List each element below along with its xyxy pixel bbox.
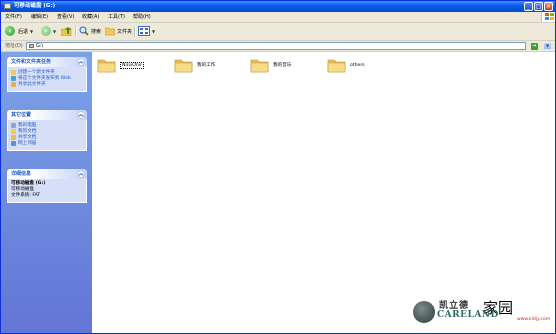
back-dropdown-icon[interactable]: ▼ (30, 29, 33, 34)
careland-logo-icon (413, 301, 435, 323)
watermark-en-brand: CARELAND (437, 310, 499, 320)
folder-item[interactable]: 我的工作 (174, 56, 215, 74)
file-tasks-body: 创建一个新文件夹 将这个文件夹发布到 Web 共享此文件夹 (7, 67, 87, 92)
up-folder-icon (61, 27, 72, 36)
watermark-url: www.kldjy.com (517, 317, 551, 322)
task-label: 共享此文件夹 (18, 82, 46, 87)
go-arrow-icon: ➔ (531, 42, 538, 50)
search-button[interactable]: 搜索 (79, 25, 101, 37)
folders-button[interactable]: 文件夹 (105, 25, 132, 37)
task-pane: 文件和文件夹任务 ︽ 创建一个新文件夹 将这个文件夹发布到 Web 共享此文件夹 (1, 52, 92, 333)
go-button[interactable]: ➔ (531, 42, 538, 50)
details-title: 详细信息 (11, 171, 32, 177)
place-label: 网上邻居 (18, 141, 37, 146)
windows-logo-icon (541, 12, 555, 22)
menu-help[interactable]: 帮助(H) (133, 13, 151, 21)
address-label: 地址(D) (5, 43, 23, 49)
forward-arrow-icon: › (41, 26, 51, 36)
my-computer-icon (11, 123, 16, 128)
place-label: 我的电脑 (18, 123, 37, 128)
forward-button[interactable]: › ▼ (41, 25, 56, 37)
other-places-title: 其它位置 (11, 112, 32, 118)
publish-web-icon (11, 76, 16, 81)
forward-dropdown-icon[interactable]: ▼ (53, 29, 56, 34)
folder-icon (327, 59, 346, 73)
collapse-icon[interactable]: ︽ (77, 111, 85, 119)
folder-item[interactable]: 我的音乐 (250, 56, 291, 74)
views-icon (138, 26, 150, 36)
explorer-window: 可移动磁盘 (G:) _ □ × 文件(F) 编辑(E) 查看(V) 收藏(A)… (0, 0, 556, 334)
views-button[interactable]: ▼ (138, 25, 155, 37)
menu-view[interactable]: 查看(V) (57, 13, 74, 21)
details-panel: 详细信息 ︽ 可移动磁盘 (G:) 可移动磁盘 文件系统: FAT (7, 169, 87, 203)
folder-icon (97, 59, 116, 73)
shared-documents-icon (11, 135, 16, 140)
folder-name: others (350, 62, 365, 68)
title-bar[interactable]: 可移动磁盘 (G:) _ □ × (1, 1, 555, 12)
place-label: 我的文档 (18, 129, 37, 134)
toolbar: ‹ 后退 ▼ › ▼ 搜索 文件夹 ▼ (1, 23, 555, 41)
details-header[interactable]: 详细信息 ︽ (7, 169, 87, 179)
menu-edit[interactable]: 编辑(E) (31, 13, 48, 21)
menu-tools[interactable]: 工具(T) (108, 13, 125, 21)
share-folder-icon (11, 82, 16, 87)
place-network[interactable]: 网上邻居 (11, 141, 83, 146)
folder-item[interactable]: NaviOne (97, 56, 144, 74)
window-title: 可移动磁盘 (G:) (14, 3, 56, 9)
address-input[interactable]: G:\ ▼ (26, 42, 551, 50)
collapse-icon[interactable]: ︽ (77, 170, 85, 178)
close-button[interactable]: × (544, 2, 553, 11)
network-places-icon (11, 141, 16, 146)
folder-name: NaviOne (120, 61, 144, 69)
file-list[interactable]: NaviOne 我的工作 我的音乐 others (92, 52, 555, 333)
task-share-folder[interactable]: 共享此文件夹 (11, 82, 83, 87)
menu-bar: 文件(F) 编辑(E) 查看(V) 收藏(A) 工具(T) 帮助(H) (1, 12, 555, 23)
details-filesystem: 文件系统: FAT (11, 193, 41, 198)
folder-icon (250, 59, 269, 73)
place-my-documents[interactable]: 我的文档 (11, 129, 83, 134)
folder-item[interactable]: others (327, 56, 365, 74)
folders-label: 文件夹 (117, 28, 133, 35)
address-dropdown-icon[interactable]: ▼ (544, 43, 551, 49)
drive-icon (29, 44, 34, 48)
task-label: 将这个文件夹发布到 Web (18, 76, 71, 81)
place-shared-documents[interactable]: 共享文档 (11, 135, 83, 140)
other-places-body: 我的电脑 我的文档 共享文档 网上邻居 (7, 120, 87, 151)
views-dropdown-icon[interactable]: ▼ (152, 29, 155, 34)
task-label: 创建一个新文件夹 (18, 70, 55, 75)
back-button[interactable]: ‹ 后退 ▼ (5, 25, 33, 37)
folders-icon (105, 27, 115, 36)
folder-name: 我的音乐 (273, 63, 292, 68)
folder-name: 我的工作 (197, 63, 216, 68)
menu-file[interactable]: 文件(F) (5, 13, 22, 21)
search-icon (79, 26, 89, 36)
address-value[interactable]: G:\ (36, 43, 43, 49)
maximize-button[interactable]: □ (534, 2, 543, 11)
place-label: 共享文档 (18, 135, 37, 140)
other-places-header[interactable]: 其它位置 ︽ (7, 110, 87, 120)
search-label: 搜索 (91, 28, 102, 35)
back-label: 后退 (18, 28, 29, 35)
task-new-folder[interactable]: 创建一个新文件夹 (11, 70, 83, 75)
minimize-button[interactable]: _ (524, 2, 533, 11)
back-arrow-icon: ‹ (5, 26, 15, 36)
drive-icon (4, 3, 11, 9)
other-places-panel: 其它位置 ︽ 我的电脑 我的文档 共享文档 网上邻居 (7, 110, 87, 151)
file-tasks-panel: 文件和文件夹任务 ︽ 创建一个新文件夹 将这个文件夹发布到 Web 共享此文件夹 (7, 57, 87, 92)
up-folder-button[interactable] (61, 25, 72, 37)
collapse-icon[interactable]: ︽ (77, 58, 85, 66)
careland-watermark: 凯立德 家园 CARELAND www.kldjy.com (413, 297, 553, 329)
folder-icon (174, 59, 193, 73)
task-publish-web[interactable]: 将这个文件夹发布到 Web (11, 76, 83, 81)
new-folder-icon (11, 70, 16, 75)
toolbar-separator (134, 26, 136, 37)
menu-favorites[interactable]: 收藏(A) (82, 13, 99, 21)
place-my-computer[interactable]: 我的电脑 (11, 123, 83, 128)
file-tasks-header[interactable]: 文件和文件夹任务 ︽ (7, 57, 87, 67)
my-documents-icon (11, 129, 16, 134)
details-body: 可移动磁盘 (G:) 可移动磁盘 文件系统: FAT (7, 179, 87, 203)
toolbar-separator (75, 26, 77, 37)
file-tasks-title: 文件和文件夹任务 (11, 59, 52, 65)
address-bar: 地址(D) G:\ ▼ ➔ (1, 41, 555, 52)
